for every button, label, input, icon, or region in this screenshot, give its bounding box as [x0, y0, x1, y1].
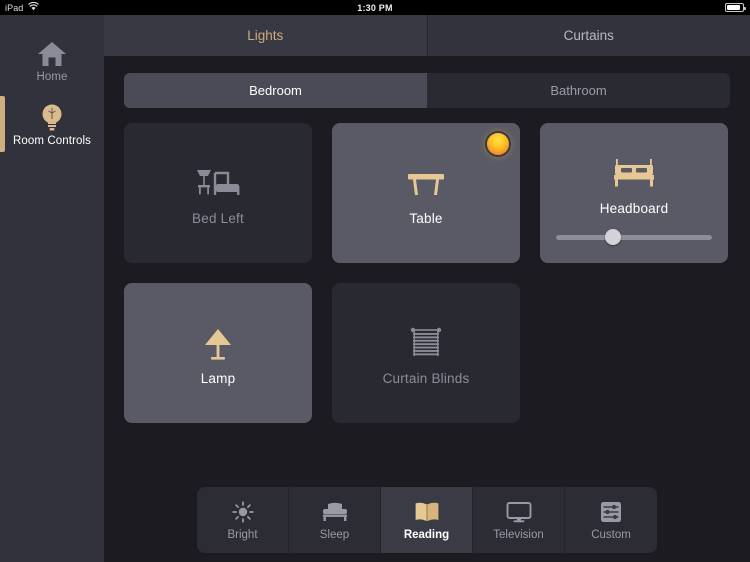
device-label: Bed Left: [192, 210, 244, 226]
lightbulb-icon: [39, 102, 65, 132]
device-label: Headboard: [599, 201, 669, 216]
tab-label: Curtains: [563, 28, 614, 43]
room-selector-wrap: Bedroom Bathroom: [104, 56, 750, 108]
room-segment-bathroom[interactable]: Bathroom: [427, 73, 730, 108]
bed-icon: [321, 500, 349, 524]
device-card-table[interactable]: Table: [332, 123, 520, 263]
device-card-curtain-blinds[interactable]: Curtain Blinds: [332, 283, 520, 423]
battery-icon: [725, 3, 746, 12]
status-bar-time: 1:30 PM: [357, 2, 393, 13]
device-label: Table: [409, 210, 443, 226]
tab-lights[interactable]: Lights: [104, 15, 428, 56]
scene-bright[interactable]: Bright: [197, 487, 289, 553]
scene-label: Sleep: [319, 528, 350, 541]
slider-track: [556, 235, 712, 240]
status-indicator-dot: [487, 133, 509, 155]
brightness-slider[interactable]: [556, 229, 712, 245]
device-card-headboard[interactable]: Headboard: [540, 123, 728, 263]
bed-icon: [610, 151, 658, 197]
scene-label: Reading: [403, 528, 450, 541]
app-root: iPad 1:30 PM Home Room Controls Lights C…: [0, 0, 750, 562]
room-segment-label: Bathroom: [550, 83, 607, 98]
device-grid: Bed Left Table Headboard Lamp Curtain Bl…: [104, 108, 750, 423]
tab-label: Lights: [247, 28, 284, 43]
monitor-icon: [506, 500, 532, 524]
room-segmented-control: Bedroom Bathroom: [124, 73, 730, 108]
status-bar: iPad 1:30 PM: [0, 0, 750, 15]
device-label: Lamp: [200, 370, 236, 386]
blinds-icon: [408, 321, 444, 367]
slider-knob[interactable]: [605, 229, 621, 245]
scene-sleep[interactable]: Sleep: [289, 487, 381, 553]
top-tab-bar: Lights Curtains: [104, 15, 750, 56]
tab-curtains[interactable]: Curtains: [427, 15, 750, 56]
sidebar: Home Room Controls: [0, 15, 104, 562]
house-icon: [37, 38, 67, 68]
device-label: Curtain Blinds: [382, 370, 470, 386]
device-card-lamp[interactable]: Lamp: [124, 283, 312, 423]
sidebar-item-home[interactable]: Home: [0, 28, 104, 92]
scene-reading[interactable]: Reading: [381, 487, 473, 553]
bedside-lamp-icon: [195, 161, 241, 207]
scene-bar-wrap: Bright Sleep Reading Television Custom: [104, 487, 750, 553]
table-icon: [406, 161, 446, 207]
sidebar-item-room-controls[interactable]: Room Controls: [0, 92, 104, 156]
active-accent-bar: [0, 96, 5, 152]
sidebar-item-label: Home: [36, 70, 68, 83]
scene-label: Custom: [591, 528, 631, 541]
scene-label: Bright: [227, 528, 258, 541]
sidebar-item-label: Room Controls: [13, 134, 91, 147]
sliders-icon: [600, 500, 622, 524]
book-icon: [414, 500, 440, 524]
scene-television[interactable]: Television: [473, 487, 565, 553]
sun-icon: [231, 500, 254, 524]
scene-custom[interactable]: Custom: [565, 487, 657, 553]
main-content: Lights Curtains Bedroom Bathroom Bed Lef…: [104, 15, 750, 562]
scene-bar: Bright Sleep Reading Television Custom: [197, 487, 657, 553]
room-segment-label: Bedroom: [249, 83, 302, 98]
device-card-bed-left[interactable]: Bed Left: [124, 123, 312, 263]
floor-lamp-icon: [198, 321, 238, 367]
scene-label: Television: [493, 528, 544, 541]
room-segment-bedroom[interactable]: Bedroom: [124, 73, 427, 108]
